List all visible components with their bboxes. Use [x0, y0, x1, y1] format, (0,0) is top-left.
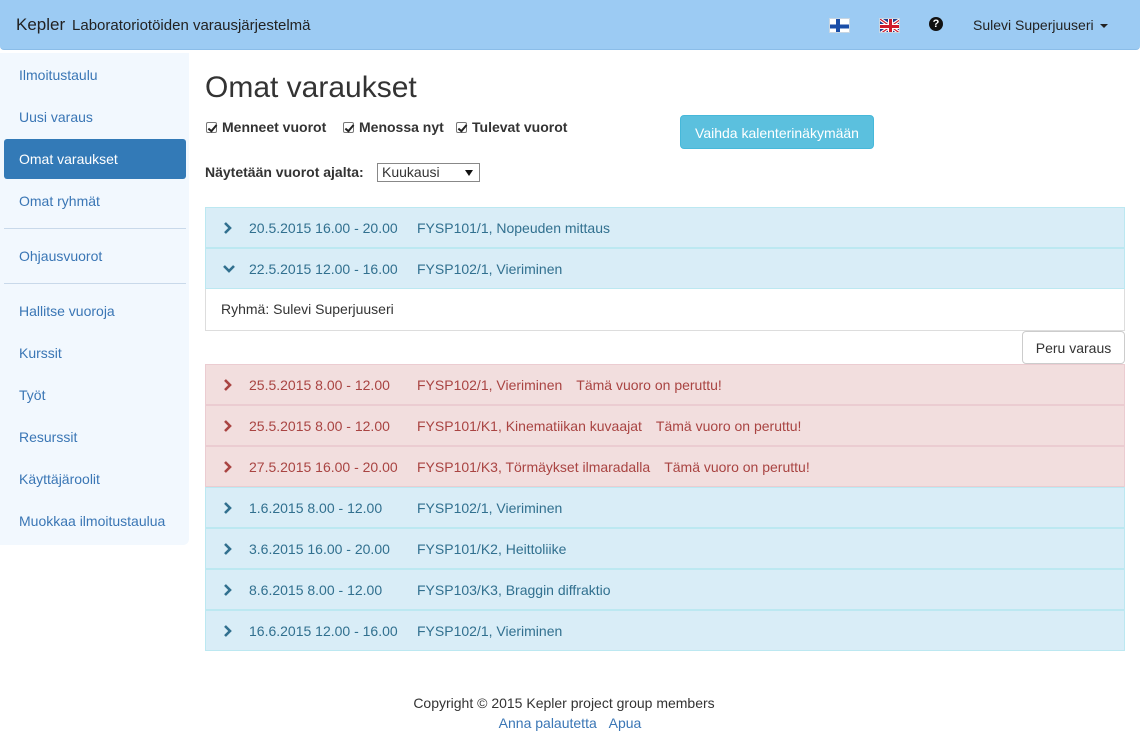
select-arrow-icon [465, 170, 473, 176]
reservation-date: 27.5.2015 16.00 - 20.00 [249, 459, 398, 475]
finland-flag-icon[interactable] [829, 18, 850, 33]
filter-label: Menossa nyt [359, 119, 444, 135]
reservation-course-group: FYSP101/K1, Kinematiikan kuvaajat Tämä vu… [417, 406, 801, 447]
reservation-course-group: FYSP101/K3, Törmäykset ilmaradalla Tämä v… [417, 447, 810, 488]
filter-label: Menneet vuorot [222, 119, 327, 135]
reservation-date: 16.6.2015 12.00 - 16.00 [249, 623, 398, 639]
brand-subtitle: Laboratoriotöiden varausjärjestelmä [72, 17, 311, 34]
cancelled-note: Tämä vuoro on peruttu! [664, 459, 810, 475]
range-label: Näytetään vuorot ajalta: [205, 164, 364, 180]
reservation-row[interactable]: 8.6.2015 8.00 - 12.00 FYSP103/K3, Braggi… [205, 569, 1125, 610]
reservation-course: FYSP102/1, Vieriminen [417, 261, 563, 277]
reservation-date: 25.5.2015 8.00 - 12.00 [249, 377, 390, 393]
sidebar-item-resurssit[interactable]: Resurssit [4, 417, 186, 457]
sidebar-item-omat-ryhmat[interactable]: Omat ryhmät [4, 181, 186, 221]
range-select[interactable]: Kuukausi [377, 163, 480, 182]
sidebar-item-hallitse-vuoroja[interactable]: Hallitse vuoroja [4, 291, 186, 331]
reservation-course: FYSP101/K3, Törmäykset ilmaradalla [417, 459, 651, 475]
past-checkbox[interactable] [206, 121, 217, 133]
user-name: Sulevi Superjuuseri [973, 17, 1094, 33]
feedback-link[interactable]: Anna palautetta [499, 715, 597, 731]
reservation-course: FYSP103/K3, Braggin diffraktio [417, 582, 611, 598]
cancel-reservation-button[interactable]: Peru varaus [1022, 331, 1125, 364]
sidebar-item-kayttajaroolit[interactable]: Käyttäjäroolit [4, 459, 186, 499]
reservation-date: 25.5.2015 8.00 - 12.00 [249, 418, 390, 434]
filter-upcoming[interactable]: Tulevat vuorot [456, 119, 567, 135]
sidebar-item-tyot[interactable]: Työt [4, 375, 186, 415]
chevron-right-icon [222, 624, 234, 638]
chevron-right-icon [222, 583, 234, 597]
reservation-date: 8.6.2015 8.00 - 12.00 [249, 582, 383, 598]
footer-links: Anna palautetta Apua [0, 715, 1140, 731]
filter-past[interactable]: Menneet vuorot [206, 119, 326, 135]
help-link[interactable]: Apua [609, 715, 642, 731]
reservation-course: FYSP101/K2, Heittoliike [417, 541, 567, 557]
cancelled-note: Tämä vuoro on peruttu! [655, 418, 802, 434]
reservation-detail: Ryhmä: Sulevi Superjuuseri [205, 289, 1125, 331]
cancelled-note: Tämä vuoro on peruttu! [576, 377, 722, 393]
ongoing-checkbox[interactable] [343, 121, 354, 133]
reservation-course-group: FYSP102/1, Vieriminen Tämä vuoro on perut… [417, 365, 722, 406]
reservation-row[interactable]: 25.5.2015 8.00 - 12.00 FYSP102/1, Vierim… [205, 364, 1125, 405]
brand[interactable]: Kepler Laboratoriotöiden varausjärjestel… [16, 15, 311, 35]
sidebar-item-ilmoitustaulu[interactable]: Ilmoitustaulu [4, 55, 186, 95]
upcoming-checkbox[interactable] [456, 121, 467, 133]
sidebar-item-omat-varaukset[interactable]: Omat varaukset [4, 139, 186, 179]
uk-flag-icon[interactable] [879, 18, 900, 33]
reservation-date: 20.5.2015 16.00 - 20.00 [249, 220, 398, 236]
filter-ongoing[interactable]: Menossa nyt [343, 119, 444, 135]
chevron-right-icon [222, 460, 234, 474]
brand-name: Kepler [16, 15, 66, 34]
reservation-date: 3.6.2015 16.00 - 20.00 [249, 541, 390, 557]
reservation-course: FYSP101/K1, Kinematiikan kuvaajat [417, 418, 642, 434]
sidebar: Ilmoitustaulu Uusi varaus Omat varaukset… [0, 53, 189, 545]
reservation-course: FYSP102/1, Vieriminen [417, 377, 563, 393]
reservation-course: FYSP102/1, Vieriminen [417, 500, 563, 516]
reservation-row[interactable]: 1.6.2015 8.00 - 12.00 FYSP102/1, Vierimi… [205, 487, 1125, 528]
reservation-row[interactable]: 20.5.2015 16.00 - 20.00 FYSP101/1, Nopeu… [205, 207, 1125, 248]
reservation-row[interactable]: 25.5.2015 8.00 - 12.00 FYSP101/K1, Kinem… [205, 405, 1125, 446]
footer-copyright: Copyright © 2015 Kepler project group me… [413, 695, 715, 711]
user-menu[interactable]: Sulevi Superjuuseri [973, 17, 1108, 33]
sidebar-item-muokkaa-ilmoitustaulua[interactable]: Muokkaa ilmoitustaulua [4, 501, 186, 541]
reservation-row[interactable]: 3.6.2015 16.00 - 20.00 FYSP101/K2, Heitt… [205, 528, 1125, 569]
chevron-right-icon [222, 542, 234, 556]
chevron-down-icon [222, 262, 235, 276]
calendar-view-button[interactable]: Vaihda kalenterinäkymään [680, 115, 874, 149]
chevron-right-icon [222, 378, 234, 392]
sidebar-divider [4, 283, 186, 284]
caret-down-icon [1099, 24, 1108, 29]
range-value: Kuukausi [382, 164, 440, 180]
reservation-row[interactable]: 16.6.2015 12.00 - 16.00 FYSP102/1, Vieri… [205, 610, 1125, 651]
chevron-right-icon [222, 501, 234, 515]
reservation-course: FYSP101/1, Nopeuden mittaus [417, 220, 611, 236]
reservation-date: 1.6.2015 8.00 - 12.00 [249, 500, 383, 516]
filter-label: Tulevat vuorot [472, 119, 568, 135]
reservation-course: FYSP102/1, Vieriminen [417, 623, 563, 639]
reservation-row[interactable]: 22.5.2015 12.00 - 16.00 FYSP102/1, Vieri… [205, 248, 1125, 289]
navbar: Kepler Laboratoriotöiden varausjärjestel… [0, 0, 1140, 50]
chevron-right-icon [222, 419, 234, 433]
reservation-row[interactable]: 27.5.2015 16.00 - 20.00 FYSP101/K3, Törm… [205, 446, 1125, 487]
sidebar-divider [4, 228, 186, 229]
question-circle-icon[interactable]: ? [929, 17, 943, 31]
sidebar-item-kurssit[interactable]: Kurssit [4, 333, 186, 373]
sidebar-item-ohjausvuorot[interactable]: Ohjausvuorot [4, 236, 186, 276]
chevron-right-icon [222, 221, 234, 235]
reservation-date: 22.5.2015 12.00 - 16.00 [249, 261, 398, 277]
page-title: Omat varaukset [205, 71, 417, 104]
sidebar-item-uusi-varaus[interactable]: Uusi varaus [4, 97, 186, 137]
